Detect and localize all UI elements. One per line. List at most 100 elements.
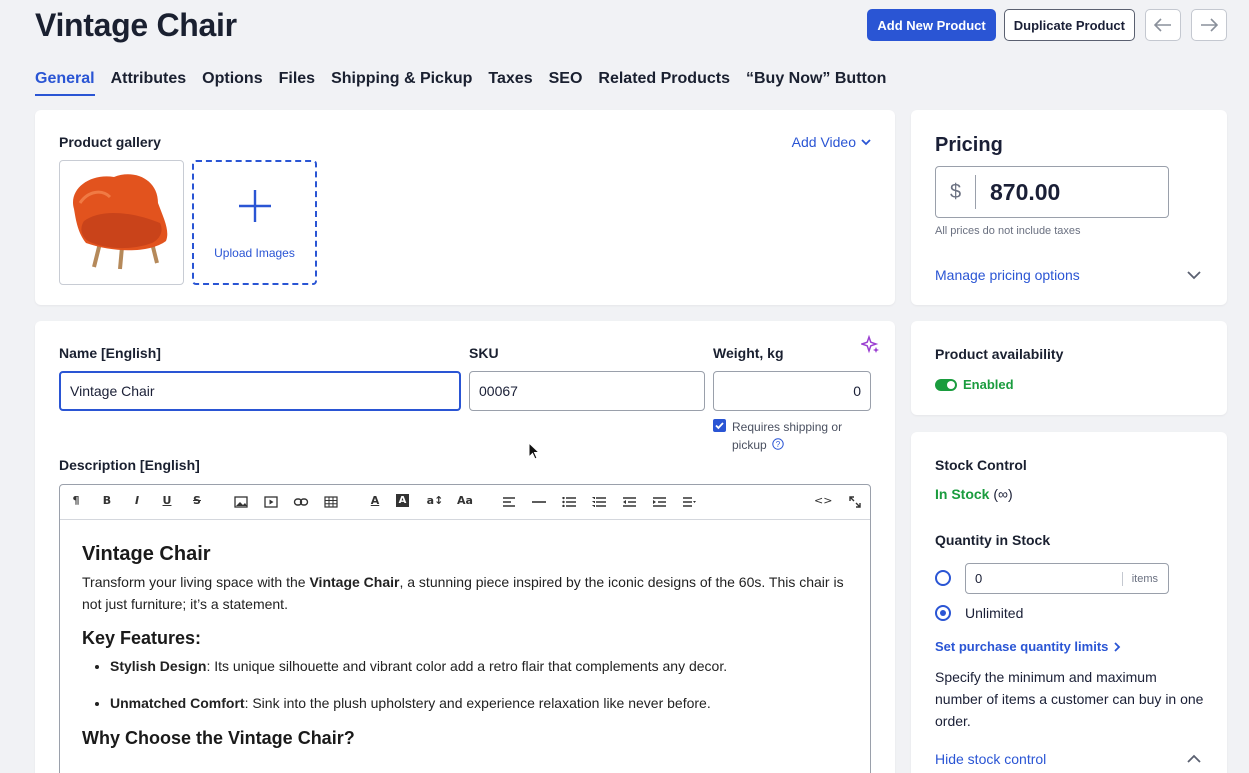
chevron-down-icon: [861, 138, 871, 145]
intro-text-1: Transform your living space with the: [82, 574, 310, 590]
link-icon[interactable]: [292, 497, 310, 507]
highlight-button[interactable]: A: [396, 494, 409, 507]
header-actions: Add New Product Duplicate Product: [867, 9, 1227, 41]
table-icon[interactable]: [322, 496, 340, 508]
description-label: Description [English]: [59, 457, 200, 473]
more-options-icon[interactable]: [680, 497, 698, 507]
chevron-up-icon[interactable]: [1187, 754, 1201, 763]
tab-related-products[interactable]: Related Products: [598, 70, 730, 96]
svg-text:?: ?: [776, 440, 781, 449]
arrow-right-icon: [1201, 18, 1218, 32]
availability-status: Enabled: [963, 377, 1014, 392]
sku-input[interactable]: 00067: [469, 371, 705, 411]
fullscreen-icon[interactable]: [846, 496, 864, 508]
unlimited-label: Unlimited: [965, 605, 1024, 621]
quantity-radio[interactable]: [935, 570, 951, 586]
tab-bar: General Attributes Options Files Shippin…: [35, 70, 886, 96]
unlimited-radio[interactable]: [935, 605, 951, 621]
add-new-product-button[interactable]: Add New Product: [867, 9, 996, 41]
price-input[interactable]: $ 870.00: [935, 166, 1169, 218]
checkmark-icon: [715, 422, 724, 430]
tab-taxes[interactable]: Taxes: [488, 70, 532, 96]
horizontal-rule-icon[interactable]: [530, 501, 548, 503]
page-title: Vintage Chair: [35, 7, 237, 43]
gallery-label: Product gallery: [59, 134, 161, 150]
upload-images-button[interactable]: Upload Images: [192, 160, 317, 285]
chevron-down-icon[interactable]: [1187, 271, 1201, 280]
next-product-button[interactable]: [1191, 9, 1227, 41]
italic-button[interactable]: I: [128, 494, 146, 507]
numbered-list-icon[interactable]: [590, 497, 608, 507]
indent-icon[interactable]: [650, 497, 668, 507]
manage-pricing-link[interactable]: Manage pricing options: [935, 267, 1080, 283]
feature-2-bold: Unmatched Comfort: [110, 695, 245, 711]
mouse-cursor-icon: [528, 442, 540, 460]
quantity-input[interactable]: 0 items: [965, 563, 1169, 594]
product-image-thumbnail[interactable]: [59, 160, 184, 285]
bold-button[interactable]: B: [98, 494, 116, 507]
stock-control-card: Stock Control In Stock (∞) Quantity in S…: [911, 432, 1227, 773]
underline-button[interactable]: U: [158, 494, 176, 507]
code-view-button[interactable]: <>: [814, 494, 832, 507]
stock-status: In Stock (∞): [935, 486, 1013, 502]
price-value: 870.00: [990, 178, 1061, 205]
name-input[interactable]: Vintage Chair: [59, 371, 461, 411]
feature-2-text: : Sink into the plush upholstery and exp…: [244, 695, 711, 711]
tab-attributes[interactable]: Attributes: [111, 70, 187, 96]
video-icon[interactable]: [262, 496, 280, 508]
align-left-icon[interactable]: [500, 497, 518, 507]
pricing-card: Pricing $ 870.00 All prices do not inclu…: [911, 110, 1227, 305]
feature-1-text: : Its unique silhouette and vibrant colo…: [206, 658, 728, 674]
upload-images-label: Upload Images: [214, 246, 295, 260]
purchase-limits-label: Set purchase quantity limits: [935, 639, 1109, 654]
arrow-left-icon: [1154, 18, 1171, 32]
chevron-right-icon: [1114, 641, 1121, 652]
outdent-icon[interactable]: [620, 497, 638, 507]
tab-buy-now-button[interactable]: “Buy Now” Button: [746, 70, 886, 96]
tab-seo[interactable]: SEO: [549, 70, 583, 96]
tab-shipping-pickup[interactable]: Shipping & Pickup: [331, 70, 472, 96]
product-details-card: Name [English] SKU Weight, kg Vintage Ch…: [35, 321, 895, 773]
features-list: Stylish Design: Its unique silhouette an…: [110, 655, 848, 714]
list-item: Unmatched Comfort: Sink into the plush u…: [110, 692, 848, 714]
font-size-button[interactable]: Aa: [456, 494, 474, 507]
feature-1-bold: Stylish Design: [110, 658, 207, 674]
tab-options[interactable]: Options: [202, 70, 262, 96]
tab-files[interactable]: Files: [279, 70, 315, 96]
weight-input[interactable]: 0: [713, 371, 871, 411]
previous-product-button[interactable]: [1145, 9, 1181, 41]
line-height-button[interactable]: a↕: [426, 494, 444, 507]
features-heading: Key Features:: [82, 628, 202, 648]
weight-label: Weight, kg: [713, 345, 784, 361]
text-color-button[interactable]: A: [366, 494, 384, 507]
shipping-label-text: Requires shipping or pickup: [732, 420, 843, 452]
availability-toggle[interactable]: [935, 379, 957, 391]
currency-symbol: $: [936, 175, 976, 209]
shipping-checkbox[interactable]: [713, 419, 726, 432]
availability-card: Product availability Enabled: [911, 321, 1227, 415]
bullet-list-icon[interactable]: [560, 497, 578, 507]
image-icon[interactable]: [232, 496, 250, 508]
strikethrough-button[interactable]: S: [188, 494, 206, 507]
add-video-link[interactable]: Add Video: [792, 134, 871, 150]
paragraph-button[interactable]: ¶: [67, 494, 85, 507]
ai-sparkle-icon[interactable]: [861, 335, 881, 355]
stock-control-title: Stock Control: [935, 457, 1027, 473]
pricing-title: Pricing: [935, 134, 1003, 156]
purchase-limits-link[interactable]: Set purchase quantity limits: [935, 639, 1121, 654]
description-editor[interactable]: ¶ B I U S A A a↕ Aa <> Vintage Chair Tra: [59, 484, 871, 773]
editor-content[interactable]: Vintage Chair Transform your living spac…: [60, 520, 870, 773]
shipping-checkbox-label: Requires shipping or pickup ?: [732, 418, 862, 454]
quantity-unit: items: [1121, 571, 1168, 586]
plus-icon: [238, 190, 271, 222]
hide-stock-control-link[interactable]: Hide stock control: [935, 751, 1046, 767]
add-video-label: Add Video: [791, 134, 856, 150]
orange-chair-image: [73, 174, 168, 270]
intro-bold: Vintage Chair: [309, 574, 400, 590]
help-icon[interactable]: ?: [772, 438, 784, 450]
duplicate-product-button[interactable]: Duplicate Product: [1003, 9, 1135, 41]
tab-general[interactable]: General: [35, 70, 95, 96]
quantity-title: Quantity in Stock: [935, 532, 1051, 548]
content-heading: Vintage Chair: [82, 543, 211, 565]
stock-status-label: In Stock: [935, 486, 990, 502]
